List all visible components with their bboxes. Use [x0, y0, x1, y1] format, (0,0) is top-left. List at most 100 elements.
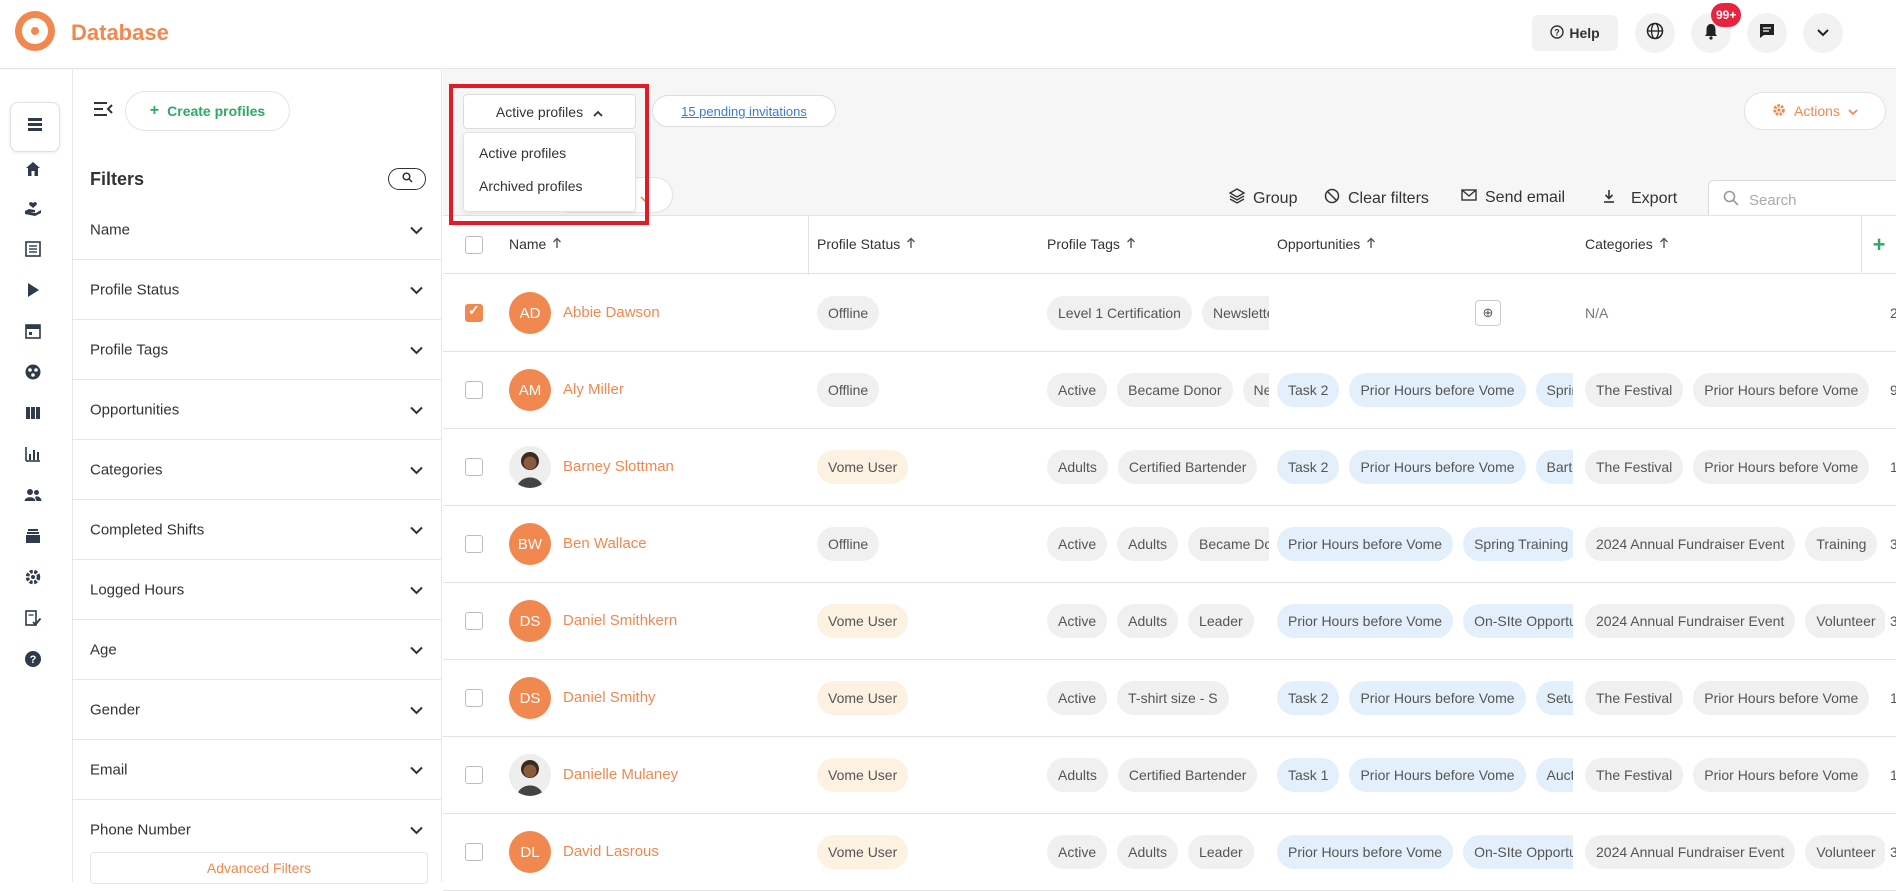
filter-categories[interactable]: Categories	[73, 440, 441, 500]
rail-item-play[interactable]	[20, 279, 46, 305]
column-header-opportunities[interactable]: Opportunities	[1277, 236, 1376, 252]
app-logo-icon[interactable]	[15, 11, 55, 51]
rail-item-board[interactable]	[20, 402, 46, 428]
profile-name-link[interactable]: Danielle Mulaney	[563, 766, 678, 783]
rail-item-people[interactable]	[20, 484, 46, 510]
filter-profile-status[interactable]: Profile Status	[73, 260, 441, 320]
group-label: Group	[1253, 189, 1298, 207]
row-checkbox[interactable]	[465, 381, 483, 399]
table-row[interactable]: Barney Slottman Vome User Adults Certified …	[443, 429, 1896, 506]
filter-email[interactable]: Email	[73, 740, 441, 800]
table-row[interactable]: BW Ben Wallace Offline Active Adults Became D…	[443, 506, 1896, 583]
status-badge: Vome User	[817, 604, 909, 638]
rail-item-settings[interactable]	[20, 566, 46, 592]
table-row[interactable]: AD Abbie Dawson Offline Level 1 Certificati…	[443, 275, 1896, 352]
rail-item-help[interactable]: ?	[20, 648, 46, 674]
profile-tags-cell: Adults Certified Bartender	[1047, 758, 1269, 792]
select-all-checkbox[interactable]	[465, 236, 483, 254]
rail-item-calendar[interactable]	[20, 320, 46, 346]
profile-name-link[interactable]: Ben Wallace	[563, 535, 647, 552]
tag-chip: Adults	[1117, 527, 1179, 561]
tag-chip: Prior Hours before Vome	[1277, 604, 1454, 638]
rail-item-database[interactable]	[10, 102, 60, 152]
language-button[interactable]	[1635, 13, 1675, 53]
row-overflow-value: 9	[1890, 382, 1896, 398]
table-row[interactable]: Danielle Mulaney Vome User Adults Certified…	[443, 737, 1896, 814]
add-column-button[interactable]: +	[1861, 216, 1896, 274]
table-row[interactable]: AM Aly Miller Offline Active Became Donor New…	[443, 352, 1896, 429]
profile-name-link[interactable]: Aly Miller	[563, 381, 624, 398]
profile-name-link[interactable]: Daniel Smithkern	[563, 612, 677, 629]
row-checkbox[interactable]	[465, 843, 483, 861]
column-header-profile-status[interactable]: Profile Status	[817, 236, 916, 252]
filter-name[interactable]: Name	[73, 200, 441, 260]
filter-gender[interactable]: Gender	[73, 680, 441, 740]
rail-item-reports[interactable]	[20, 443, 46, 469]
opportunities-cell: Prior Hours before Vome Spring Training	[1277, 527, 1573, 561]
app-title[interactable]: Database	[71, 20, 169, 46]
tag-chip: The Festival	[1585, 373, 1684, 407]
filter-label: Gender	[90, 701, 141, 718]
row-checkbox[interactable]	[465, 302, 483, 322]
tag-chip: Task 2	[1277, 681, 1340, 715]
send-email-button[interactable]: Send email	[1461, 188, 1565, 207]
row-overflow-value: 3	[1890, 613, 1896, 629]
create-profiles-button[interactable]: + Create profiles	[125, 91, 290, 131]
filter-completed-shifts[interactable]: Completed Shifts	[73, 500, 441, 560]
filter-opportunities[interactable]: Opportunities	[73, 380, 441, 440]
add-opportunity-button[interactable]: ⊕	[1475, 300, 1501, 326]
table-row[interactable]: DS Daniel Smithy Vome User Active T-shirt si…	[443, 660, 1896, 737]
dropdown-option-active[interactable]: Active profiles	[479, 145, 566, 161]
clear-filters-button[interactable]: Clear filters	[1324, 188, 1429, 209]
calendar-icon	[24, 322, 42, 345]
tag-chip: Volunteer	[1805, 835, 1885, 869]
filter-logged-hours[interactable]: Logged Hours	[73, 560, 441, 620]
rail-item-home[interactable]	[20, 158, 46, 184]
tag-chip: 2024 Annual Fundraiser Event	[1585, 527, 1796, 561]
search-input[interactable]: Search	[1708, 180, 1896, 220]
table-row[interactable]: DL David Lasrous Vome User Active Adults Lead…	[443, 814, 1896, 891]
filter-age[interactable]: Age	[73, 620, 441, 680]
messages-button[interactable]	[1747, 13, 1787, 53]
collapse-menu-icon[interactable]	[93, 100, 113, 123]
pending-invitations-link[interactable]: 15 pending invitations	[652, 95, 836, 127]
rail-item-groups[interactable]	[20, 361, 46, 387]
profile-name-link[interactable]: David Lasrous	[563, 843, 659, 860]
row-checkbox[interactable]	[465, 689, 483, 707]
rail-item-inbox[interactable]	[20, 525, 46, 551]
export-label: Export	[1631, 189, 1678, 207]
profile-name-link[interactable]: Daniel Smithy	[563, 689, 656, 706]
filter-search-button[interactable]	[388, 168, 426, 190]
column-header-profile-tags[interactable]: Profile Tags	[1047, 236, 1136, 252]
chat-icon	[1758, 22, 1776, 45]
tag-chip: 2024 Annual Fundraiser Event	[1585, 604, 1796, 638]
avatar	[509, 754, 551, 796]
row-checkbox[interactable]	[465, 766, 483, 784]
filter-phone-number[interactable]: Phone Number	[73, 800, 441, 860]
rail-item-donations[interactable]	[20, 198, 46, 224]
row-checkbox[interactable]	[465, 458, 483, 476]
actions-button[interactable]: Actions	[1744, 92, 1886, 130]
export-button[interactable]: Export	[1601, 188, 1677, 209]
filter-profile-tags[interactable]: Profile Tags	[73, 320, 441, 380]
tag-chip: Adults	[1117, 835, 1179, 869]
row-checkbox[interactable]	[465, 612, 483, 630]
advanced-filters-button[interactable]: Advanced Filters	[90, 852, 428, 884]
rail-item-tasks[interactable]	[20, 607, 46, 633]
rail-item-lists[interactable]	[20, 238, 46, 264]
column-header-name[interactable]: Name	[509, 236, 562, 252]
column-header-categories[interactable]: Categories	[1585, 236, 1669, 252]
group-button[interactable]: Group	[1228, 188, 1298, 209]
tag-chip: Prior Hours before Vome	[1349, 373, 1526, 407]
account-menu-button[interactable]	[1803, 13, 1843, 53]
profile-name-link[interactable]: Barney Slottman	[563, 458, 674, 475]
help-button[interactable]: ? Help	[1532, 15, 1618, 51]
tag-chip: Prior Hours before Vome	[1277, 527, 1454, 561]
row-checkbox[interactable]	[465, 535, 483, 553]
inbox-icon	[24, 527, 42, 550]
profile-status-select[interactable]: Active profiles	[463, 94, 636, 129]
profile-name-link[interactable]: Abbie Dawson	[563, 304, 660, 321]
chart-icon	[24, 445, 42, 468]
dropdown-option-archived[interactable]: Archived profiles	[479, 178, 583, 194]
table-row[interactable]: DS Daniel Smithkern Vome User Active Adults L…	[443, 583, 1896, 660]
